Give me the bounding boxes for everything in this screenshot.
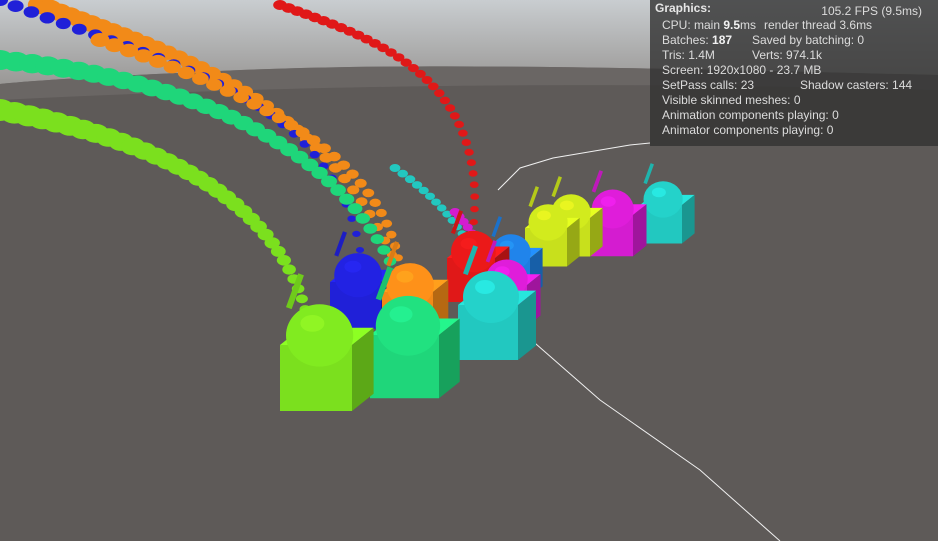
saved-by-batching: Saved by batching: 0 bbox=[752, 33, 865, 47]
shadow-casters: Shadow casters: 144 bbox=[800, 78, 913, 92]
cpu-label: CPU: main bbox=[662, 18, 724, 32]
robot-cyan-head bbox=[463, 271, 519, 323]
chain-1-bead bbox=[355, 247, 365, 253]
stats-overlay: Graphics: 105.2 FPS (9.5ms) CPU: main 9.… bbox=[650, 0, 938, 146]
chain-3-bead bbox=[469, 181, 479, 188]
chain-1-bead bbox=[352, 230, 361, 237]
chain-3-bead bbox=[461, 139, 471, 146]
chain-2-bead bbox=[369, 198, 381, 207]
chain-2-bead bbox=[177, 66, 195, 80]
chain-3-bead bbox=[454, 120, 464, 128]
chain-2-bead bbox=[259, 105, 275, 117]
chain-2-bead bbox=[337, 160, 350, 170]
chain-3-bead bbox=[421, 76, 433, 84]
chain-2-bead bbox=[295, 127, 310, 138]
chain-4-bead bbox=[363, 223, 378, 234]
chain-1-bead bbox=[23, 6, 40, 18]
batches-label: Batches: bbox=[662, 33, 713, 47]
chain-1-bead bbox=[7, 0, 24, 12]
batches-row: Batches: 187 bbox=[662, 33, 732, 48]
chain-3-bead bbox=[466, 159, 476, 167]
robot-blue-head bbox=[334, 253, 382, 298]
chain-6-bead bbox=[404, 175, 416, 184]
cpu-unit: ms bbox=[740, 18, 757, 32]
chain-2-bead bbox=[192, 72, 209, 85]
robot-lime-head bbox=[286, 304, 354, 367]
chain-2-bead bbox=[362, 188, 375, 198]
skinned-meshes: Visible skinned meshes: 0 bbox=[662, 93, 801, 107]
chain-3-bead bbox=[464, 148, 474, 156]
chain-1-bead bbox=[55, 17, 71, 30]
chain-6-bead bbox=[389, 164, 401, 172]
game-viewport[interactable]: Graphics: 105.2 FPS (9.5ms) CPU: main 9.… bbox=[0, 0, 938, 541]
chain-2-bead bbox=[219, 85, 236, 97]
verts: Verts: 974.1k bbox=[752, 48, 823, 62]
chain-6-bead bbox=[425, 192, 435, 200]
robot-cyan-head-highlight bbox=[475, 280, 495, 294]
robot-orange-head-highlight bbox=[396, 270, 414, 283]
chain-2-bead bbox=[381, 219, 393, 228]
chain-6-bead bbox=[436, 204, 447, 212]
robot-blue-head-highlight bbox=[344, 260, 362, 273]
chain-3-bead bbox=[470, 193, 480, 200]
setpass-calls: SetPass calls: 23 bbox=[662, 78, 755, 92]
chain-4-bead bbox=[355, 213, 370, 224]
chain-3-bead bbox=[468, 170, 478, 177]
cpu-row: CPU: main 9.5ms bbox=[662, 18, 756, 33]
stats-title: Graphics: bbox=[655, 1, 712, 15]
chain-5-bead bbox=[282, 264, 296, 275]
cpu-main-value: 9.5 bbox=[723, 18, 741, 32]
chain-2-bead bbox=[233, 91, 249, 104]
batches-value: 187 bbox=[712, 33, 733, 47]
chain-2-bead bbox=[386, 230, 397, 239]
chain-4-bead bbox=[347, 203, 363, 215]
chain-3-bead bbox=[434, 89, 445, 98]
chain-3-bead bbox=[458, 129, 468, 137]
robot-green-head-highlight bbox=[389, 306, 413, 323]
robot-lime-head-highlight bbox=[300, 315, 325, 332]
tris: Tris: 1.4M bbox=[662, 48, 715, 62]
chain-4-bead bbox=[370, 234, 384, 245]
robot-yellow-head bbox=[528, 204, 568, 241]
robot-cyan-far-head-highlight bbox=[651, 187, 666, 198]
chain-6-bead bbox=[418, 186, 429, 195]
chain-1-bead bbox=[347, 215, 357, 222]
render-thread: render thread 3.6ms bbox=[764, 18, 873, 32]
chain-4-bead bbox=[339, 193, 355, 205]
chain-2-bead bbox=[246, 98, 262, 110]
chain-3-bead bbox=[439, 96, 450, 105]
chain-2-bead bbox=[306, 135, 321, 146]
robot-green-head bbox=[375, 295, 441, 356]
chain-2-bead bbox=[317, 143, 331, 154]
chain-3-bead bbox=[445, 104, 456, 112]
chain-2-bead bbox=[346, 169, 359, 179]
robot-cyan-far-head bbox=[643, 181, 683, 218]
chain-2-bead bbox=[354, 178, 367, 188]
chain-5-bead bbox=[295, 294, 308, 304]
chain-2-bead bbox=[375, 208, 387, 218]
chain-3-bead bbox=[428, 82, 439, 91]
robot-magenta-far-head-highlight bbox=[600, 196, 616, 207]
animation-components: Animation components playing: 0 bbox=[662, 108, 839, 122]
fps-readout: 105.2 FPS (9.5ms) bbox=[821, 4, 922, 18]
screen-info: Screen: 1920x1080 - 23.7 MB bbox=[662, 63, 822, 77]
chain-3-bead bbox=[449, 112, 460, 120]
chain-2-bead bbox=[206, 78, 223, 91]
chain-1-bead bbox=[71, 23, 87, 35]
chain-3-bead bbox=[470, 205, 479, 213]
robot-yellow-head-highlight bbox=[536, 210, 551, 221]
chain-1-bead bbox=[309, 150, 320, 159]
chain-5-bead bbox=[276, 254, 291, 266]
chain-2-bead bbox=[283, 119, 299, 131]
chain-4-bead bbox=[377, 245, 391, 255]
animator-components: Animator components playing: 0 bbox=[662, 123, 834, 137]
chain-2-bead bbox=[271, 112, 287, 124]
chain-6-bead bbox=[431, 198, 441, 206]
robot-yellow-back-head-highlight bbox=[559, 200, 574, 211]
chain-6-bead bbox=[397, 169, 409, 178]
chain-2-bead bbox=[327, 151, 341, 162]
chain-1-bead bbox=[39, 12, 55, 24]
